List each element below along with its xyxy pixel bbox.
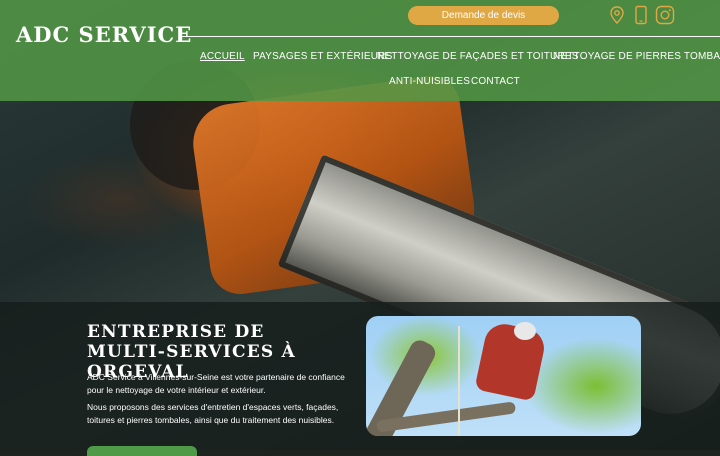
cta-button[interactable] bbox=[87, 446, 197, 456]
intro-paragraph: ADC Service à Villennes-sur-Seine est vo… bbox=[87, 372, 345, 395]
brand-logo[interactable]: ADC SERVICE bbox=[16, 22, 192, 47]
nav-item-pierres-tombales[interactable]: NETTOYAGE DE PIERRES TOMBALES bbox=[553, 51, 720, 62]
quote-request-button[interactable]: Demande de devis bbox=[408, 6, 559, 25]
nav-item-paysages[interactable]: PAYSAGES ET EXTÉRIEURS bbox=[253, 51, 392, 62]
header-divider bbox=[180, 36, 720, 37]
climbing-rope bbox=[458, 326, 460, 436]
nav-item-anti-nuisibles[interactable]: ANTI-NUISIBLES bbox=[389, 76, 470, 87]
arborist-climber bbox=[474, 320, 548, 402]
nav-item-facades-toitures[interactable]: NETTOYAGE DE FAÇADES ET TOITURES bbox=[377, 51, 579, 62]
services-paragraph: Nous proposons des services d'entretien … bbox=[87, 402, 339, 425]
phone-icon[interactable] bbox=[631, 5, 651, 25]
arborist-photo bbox=[366, 316, 641, 436]
location-pin-icon[interactable] bbox=[607, 5, 627, 25]
climber-helmet bbox=[514, 322, 536, 340]
instagram-icon[interactable] bbox=[655, 5, 675, 25]
nav-item-contact[interactable]: CONTACT bbox=[471, 76, 520, 87]
site-header: ADC SERVICE Demande de devis ACCUEIL PAY… bbox=[0, 0, 720, 101]
nav-item-accueil[interactable]: ACCUEIL bbox=[200, 51, 245, 62]
